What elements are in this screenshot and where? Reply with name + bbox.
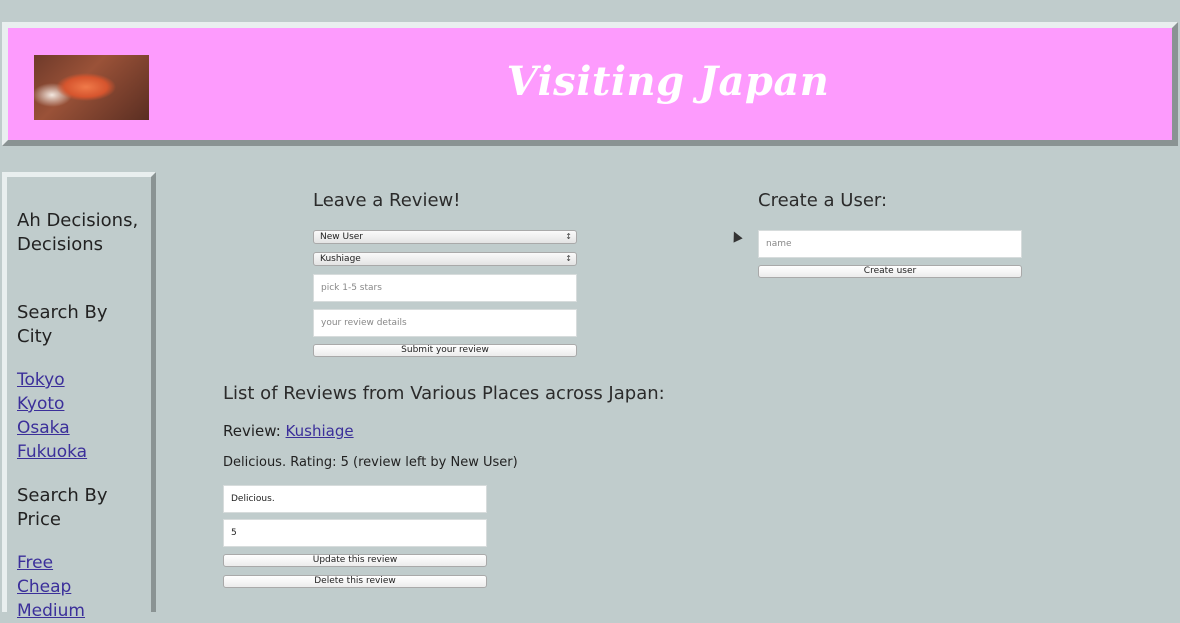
price-link-free[interactable]: Free bbox=[17, 551, 53, 575]
name-input[interactable]: name bbox=[758, 230, 1022, 258]
place-select-value: Kushiage bbox=[320, 254, 361, 264]
select-arrows-icon: ↕ bbox=[565, 232, 572, 241]
sidebar-heading: Ah Decisions, Decisions bbox=[17, 210, 139, 255]
select-arrows-icon: ↕ bbox=[565, 254, 572, 263]
reviews-list-title: List of Reviews from Various Places acro… bbox=[223, 383, 665, 404]
submit-review-button[interactable]: Submit your review bbox=[313, 344, 577, 357]
mouse-cursor-icon bbox=[729, 229, 743, 243]
edit-review-details-value: Delicious. bbox=[231, 494, 275, 504]
city-link-tokyo[interactable]: Tokyo bbox=[17, 368, 65, 392]
price-link-cheap[interactable]: Cheap bbox=[17, 575, 71, 599]
update-review-button[interactable]: Update this review bbox=[223, 554, 487, 567]
sidebar: Ah Decisions, Decisions Search By City T… bbox=[2, 172, 156, 621]
review-place-link[interactable]: Kushiage bbox=[286, 422, 354, 440]
review-prefix: Review: bbox=[223, 422, 281, 440]
create-user-button[interactable]: Create user bbox=[758, 265, 1022, 278]
price-link-medium[interactable]: Medium bbox=[17, 599, 85, 623]
edit-review-details-input[interactable]: Delicious. bbox=[223, 485, 487, 513]
search-by-city-heading: Search By City bbox=[17, 302, 108, 347]
leave-review-title: Leave a Review! bbox=[313, 190, 461, 211]
stars-input[interactable]: pick 1-5 stars bbox=[313, 274, 577, 302]
user-select[interactable]: New User ↕ bbox=[313, 230, 577, 244]
name-input-placeholder: name bbox=[766, 239, 792, 249]
site-title: Visiting Japan bbox=[506, 58, 830, 105]
edit-rating-input[interactable]: 5 bbox=[223, 519, 487, 547]
sushi-logo-image bbox=[34, 55, 149, 120]
stars-input-placeholder: pick 1-5 stars bbox=[321, 283, 382, 293]
search-by-price-heading: Search By Price bbox=[17, 485, 108, 530]
user-select-value: New User bbox=[320, 232, 364, 242]
place-select[interactable]: Kushiage ↕ bbox=[313, 252, 577, 266]
edit-rating-value: 5 bbox=[231, 528, 237, 538]
review-details-input[interactable]: your review details bbox=[313, 309, 577, 337]
review-details-placeholder: your review details bbox=[321, 318, 407, 328]
review-summary: Delicious. Rating: 5 (review left by New… bbox=[223, 455, 518, 470]
city-link-osaka[interactable]: Osaka bbox=[17, 416, 70, 440]
city-link-fukuoka[interactable]: Fukuoka bbox=[17, 440, 87, 464]
city-link-kyoto[interactable]: Kyoto bbox=[17, 392, 64, 416]
create-user-title: Create a User: bbox=[758, 190, 888, 211]
site-header: Visiting Japan bbox=[2, 22, 1178, 146]
delete-review-button[interactable]: Delete this review bbox=[223, 575, 487, 588]
review-heading: Review: Kushiage bbox=[223, 422, 354, 440]
